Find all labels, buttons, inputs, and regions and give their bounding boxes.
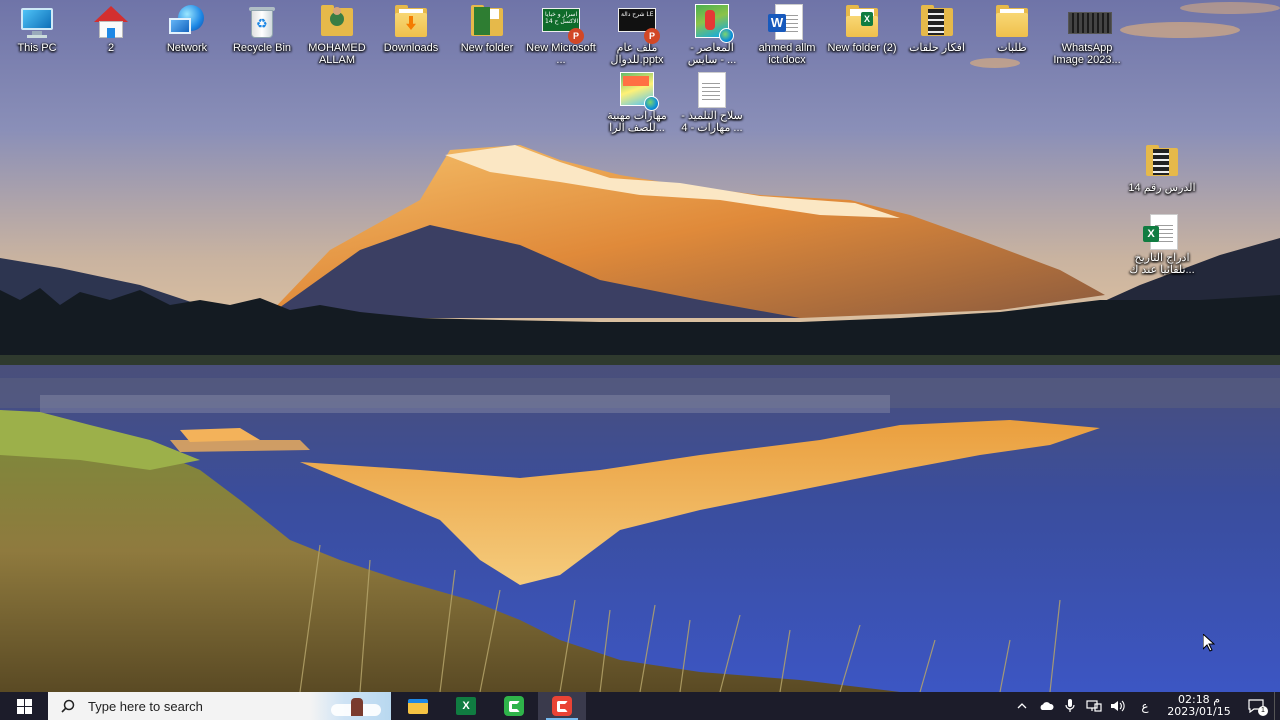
folder-icon bbox=[918, 4, 956, 40]
microphone-icon[interactable] bbox=[1058, 692, 1082, 720]
folder-icon bbox=[993, 4, 1031, 40]
desktop-icon-ideas-folder[interactable]: افكار حلقات bbox=[900, 4, 974, 54]
start-button[interactable] bbox=[0, 692, 48, 720]
desktop-icon-new-folder[interactable]: New folder bbox=[450, 4, 524, 54]
image-file-icon bbox=[1068, 4, 1112, 40]
folder-icon bbox=[468, 4, 506, 40]
search-placeholder: Type here to search bbox=[88, 698, 203, 714]
onedrive-cloud-icon[interactable] bbox=[1034, 692, 1058, 720]
search-highlight-image bbox=[311, 692, 391, 720]
show-desktop-button[interactable] bbox=[1274, 692, 1280, 720]
desktop-icon-label: سلاح التلميذ - مهارات - 4 ... bbox=[681, 110, 743, 134]
desktop-icon-label: Downloads bbox=[383, 42, 439, 54]
word-document-icon: W bbox=[768, 4, 806, 40]
taskbar: Type here to search X ع 02:18 م 2023/01/… bbox=[0, 692, 1280, 720]
desktop-icon-insert-date-excel[interactable]: X ادراج التاريخ تلقائيا عند ك... bbox=[1125, 214, 1199, 276]
volume-speaker-icon[interactable] bbox=[1106, 692, 1130, 720]
downloads-folder-icon bbox=[392, 4, 430, 40]
folder-icon: X bbox=[843, 4, 881, 40]
clock[interactable]: 02:18 م 2023/01/15 bbox=[1160, 694, 1238, 718]
clock-date: 2023/01/15 bbox=[1167, 705, 1231, 718]
camtasia-icon bbox=[504, 696, 524, 716]
user-folder-icon bbox=[318, 4, 356, 40]
system-tray: ع 02:18 م 2023/01/15 1 bbox=[1010, 692, 1280, 720]
desktop-icon-label: WhatsApp Image 2023... bbox=[1053, 42, 1121, 66]
desktop-icon-new-folder-2[interactable]: X New folder (2) bbox=[825, 4, 899, 54]
powerpoint-file-icon: اسرار و خبايا الاكسل ح 14 P bbox=[542, 4, 584, 44]
taskbar-search-box[interactable]: Type here to search bbox=[48, 692, 391, 720]
file-explorer-icon bbox=[408, 698, 428, 714]
computer-icon bbox=[18, 4, 56, 40]
desktop-icon-this-pc[interactable]: This PC bbox=[0, 4, 74, 54]
desktop-icon-label: الدرس رقم 14 bbox=[1128, 182, 1196, 194]
input-language-indicator[interactable]: ع bbox=[1130, 699, 1160, 713]
desktop-icon-label: مهارات مهنية للصف الرا... bbox=[607, 110, 667, 134]
desktop-icon-requests-folder[interactable]: طلبات bbox=[975, 4, 1049, 54]
desktop-icon-label: ملف عام للدوال.pptx bbox=[610, 42, 664, 66]
taskbar-app-camtasia-recorder[interactable] bbox=[538, 692, 586, 720]
notification-count-badge: 1 bbox=[1258, 706, 1268, 716]
desktop-icon-label: New folder (2) bbox=[827, 42, 897, 54]
desktop-icon-word-doc[interactable]: W ahmed allm ict.docx bbox=[750, 4, 824, 66]
search-icon bbox=[48, 699, 88, 713]
desktop-icon-label: MOHAMED ALLAM bbox=[308, 42, 366, 66]
desktop-icon-functions-pptx[interactable]: شرح دالة LE P ملف عام للدوال.pptx bbox=[600, 4, 674, 66]
folder-icon bbox=[1143, 144, 1181, 180]
desktop-icon-label: New Microsoft ... bbox=[526, 42, 596, 66]
excel-file-icon: X bbox=[1143, 214, 1181, 250]
desktop-icon-label: ادراج التاريخ تلقائيا عند ك... bbox=[1129, 252, 1195, 276]
desktop-icon-label: New folder bbox=[460, 42, 514, 54]
desktop-icon-label: Recycle Bin bbox=[232, 42, 292, 54]
document-file-icon bbox=[693, 72, 731, 108]
desktop-icon-recycle-bin[interactable]: ♻ Recycle Bin bbox=[225, 4, 299, 54]
show-hidden-icons-chevron-icon[interactable] bbox=[1010, 692, 1034, 720]
taskbar-app-camtasia[interactable] bbox=[490, 692, 538, 720]
powerpoint-file-icon: شرح دالة LE P bbox=[618, 4, 660, 44]
desktop-icon-label: This PC bbox=[17, 42, 57, 54]
desktop-icon-label: 2 bbox=[107, 42, 115, 54]
slide-thumbnail-text: شرح دالة LE bbox=[621, 11, 654, 18]
desktop-icon-home-shortcut[interactable]: 2 bbox=[74, 4, 148, 54]
desktop-icon-game-shortcut[interactable]: المعاصر - سايس - ... bbox=[675, 4, 749, 66]
game-image-icon bbox=[693, 4, 734, 43]
desktop-icon-label: المعاصر - سايس - ... bbox=[687, 42, 737, 66]
desktop-icon-downloads[interactable]: Downloads bbox=[374, 4, 448, 54]
excel-icon: X bbox=[456, 697, 476, 715]
desktop-icon-skills-app[interactable]: مهارات مهنية للصف الرا... bbox=[600, 72, 674, 134]
camtasia-recorder-icon bbox=[552, 696, 572, 716]
network-status-icon[interactable] bbox=[1082, 692, 1106, 720]
slide-thumbnail-text: اسرار و خبايا الاكسل ح 14 bbox=[545, 11, 579, 25]
desktop-icon-label: طلبات bbox=[997, 42, 1027, 54]
taskbar-app-file-explorer[interactable] bbox=[394, 692, 442, 720]
taskbar-app-excel[interactable]: X bbox=[442, 692, 490, 720]
action-center-button[interactable]: 1 bbox=[1238, 692, 1274, 720]
desktop-icon-label: ahmed allm ict.docx bbox=[758, 42, 816, 66]
desktop-icon-label: Network bbox=[166, 42, 208, 54]
desktop-icon-new-powerpoint[interactable]: اسرار و خبايا الاكسل ح 14 P New Microsof… bbox=[524, 4, 598, 66]
network-icon bbox=[168, 4, 206, 40]
home-icon bbox=[92, 4, 130, 40]
desktop-icon-user-folder[interactable]: MOHAMED ALLAM bbox=[300, 4, 374, 66]
desktop-icon-student-weapon-doc[interactable]: سلاح التلميذ - مهارات - 4 ... bbox=[675, 72, 749, 134]
desktop-icon-label: افكار حلقات bbox=[909, 42, 965, 54]
recycle-bin-icon: ♻ bbox=[243, 4, 281, 40]
desktop-icon-whatsapp-image[interactable]: WhatsApp Image 2023... bbox=[1050, 4, 1124, 66]
desktop-icon-network[interactable]: Network bbox=[150, 4, 224, 54]
desktop-icon-lesson-14-folder[interactable]: الدرس رقم 14 bbox=[1125, 144, 1199, 194]
app-shortcut-icon bbox=[618, 72, 659, 111]
windows-logo-icon bbox=[16, 698, 32, 714]
